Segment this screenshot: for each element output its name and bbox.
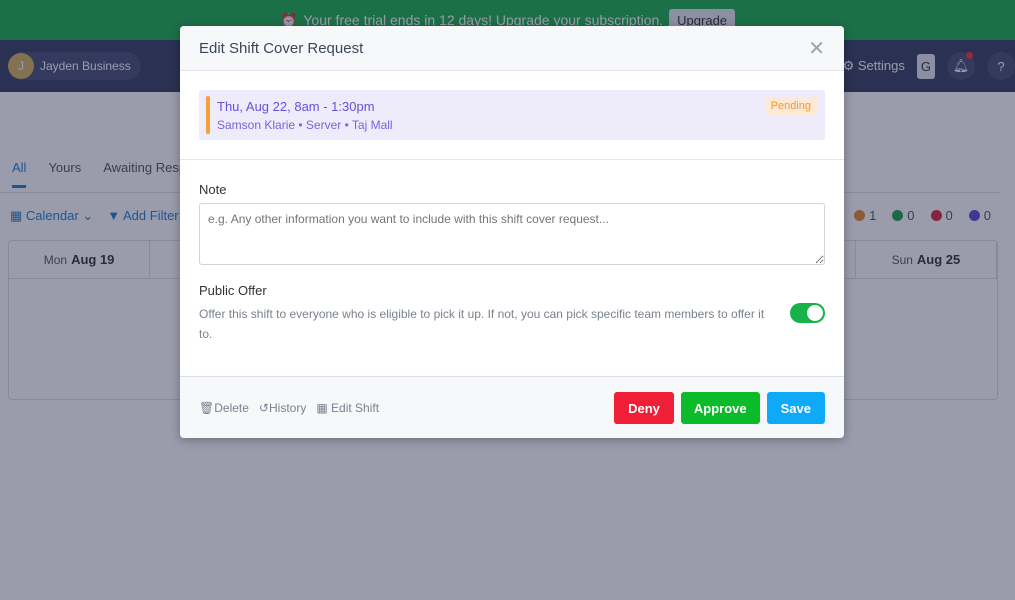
modal-title: Edit Shift Cover Request (199, 39, 364, 57)
divider (180, 159, 844, 160)
public-offer-toggle[interactable] (790, 303, 825, 323)
status-badge: Pending (764, 97, 817, 115)
delete-link[interactable]: 🗑︎Delete (199, 401, 249, 415)
save-button[interactable]: Save (766, 392, 825, 424)
calendar-icon: ▦ (316, 401, 328, 415)
history-link[interactable]: ↺History (259, 401, 306, 415)
history-label: History (268, 401, 307, 415)
shift-card: Thu, Aug 22, 8am - 1:30pm Samson Klarie … (199, 90, 825, 140)
toggle-knob (807, 305, 823, 321)
shift-time: Thu, Aug 22, 8am - 1:30pm (217, 99, 375, 114)
edit-shift-link[interactable]: ▦ Edit Shift (316, 401, 379, 415)
shift-color-bar (206, 96, 210, 134)
public-offer-description: Offer this shift to everyone who is elig… (199, 307, 765, 341)
approve-button[interactable]: Approve (680, 392, 760, 424)
deny-button[interactable]: Deny (614, 392, 674, 424)
note-input[interactable] (199, 203, 825, 265)
history-icon: ↺ (258, 401, 269, 415)
note-label: Note (199, 182, 227, 197)
close-icon[interactable]: ✕ (808, 36, 825, 61)
modal-footer: 🗑︎Delete ↺History ▦ Edit Shift Deny Appr… (180, 376, 844, 438)
delete-label: Delete (214, 401, 249, 415)
edit-shift-label: Edit Shift (331, 401, 380, 415)
shift-details: Samson Klarie • Server • Taj Mall (217, 118, 393, 132)
trash-icon: 🗑︎ (199, 401, 215, 415)
public-offer-label: Public Offer (199, 283, 267, 298)
edit-shift-cover-modal: Edit Shift Cover Request ✕ Thu, Aug 22, 8… (180, 26, 844, 438)
